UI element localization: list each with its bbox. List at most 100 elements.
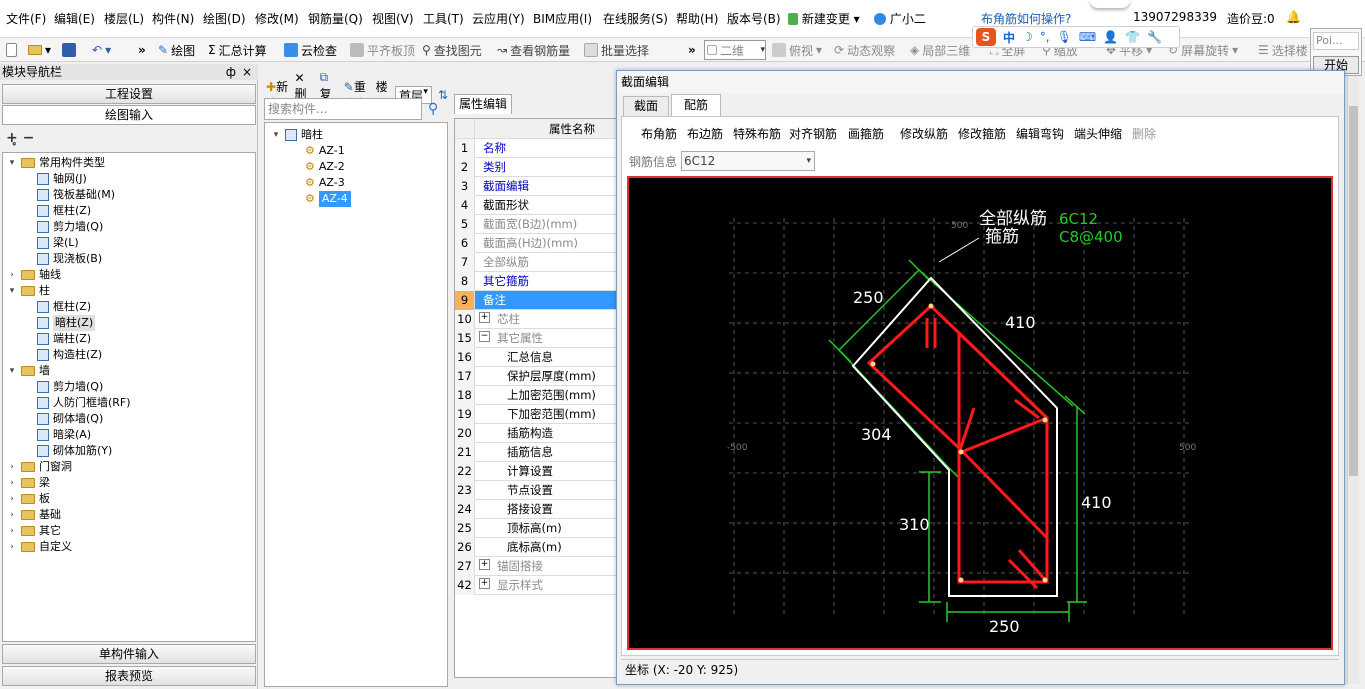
menu-help[interactable]: 帮助(H) — [676, 10, 718, 27]
rebar-tool-button[interactable]: 对齐钢筋 — [789, 125, 837, 142]
menu-edit[interactable]: 编辑(E) — [54, 10, 95, 27]
sogou-logo-icon[interactable]: S — [976, 28, 996, 46]
keyboard-icon[interactable]: ⌨ — [1079, 30, 1096, 44]
nav-tree-item[interactable]: 暗梁(A) — [37, 427, 91, 443]
property-row[interactable]: 16 汇总信息 — [455, 348, 617, 367]
microphone-icon[interactable]: 🎙 — [1057, 30, 1072, 44]
property-row[interactable]: 21 插筋信息 — [455, 443, 617, 462]
nav-tree-item[interactable]: 构造柱(Z) — [37, 347, 102, 363]
save-button[interactable] — [62, 41, 76, 59]
select-floor-button[interactable]: ☰ 选择楼 — [1258, 41, 1308, 59]
rebar-tool-button[interactable]: 端头伸缩 — [1074, 125, 1122, 142]
nav-tree-item[interactable]: › 其它 — [7, 523, 61, 539]
report-preview-button[interactable]: 报表预览 — [2, 666, 256, 686]
tree-root[interactable]: ▾ 暗柱 — [271, 127, 323, 143]
cloud-check-button[interactable]: 云检查 — [284, 41, 337, 59]
dynamic-observe-button[interactable]: ⟳ 动态观察 — [834, 41, 895, 59]
property-row[interactable]: 17 保护层厚度(mm) — [455, 367, 617, 386]
nav-tree-item[interactable]: 端柱(Z) — [37, 331, 91, 347]
chevron-right-icon[interactable]: › — [7, 523, 17, 539]
sort-icon[interactable]: ⇅ — [438, 88, 448, 102]
section-canvas[interactable]: 500 -500 500 全部纵筋 6C12 箍筋 C8@400 250 410… — [627, 176, 1333, 650]
nav-tree-item[interactable]: › 门窗洞 — [7, 459, 72, 475]
rebar-tool-button[interactable]: 修改纵筋 — [900, 125, 948, 142]
nav-tree-item[interactable]: 现浇板(B) — [37, 251, 102, 267]
nav-tree-item[interactable]: ▾ 柱 — [7, 283, 50, 299]
rebar-tool-button[interactable]: 编辑弯钩 — [1016, 125, 1064, 142]
rebar-tool-button[interactable]: 修改箍筋 — [958, 125, 1006, 142]
rebar-tool-button[interactable]: 布角筋 — [641, 125, 677, 142]
batch-select-button[interactable]: 批量选择 — [584, 41, 649, 59]
draw-button[interactable]: ✎ 绘图 — [158, 41, 195, 59]
vertical-scrollbar[interactable] — [1347, 76, 1359, 684]
menu-rebar-qty[interactable]: 钢筋量(Q) — [308, 10, 363, 27]
property-row[interactable]: 2 类别 — [455, 158, 617, 177]
nav-tree-item[interactable]: › 基础 — [7, 507, 61, 523]
expand-icon[interactable]: + — [479, 312, 490, 323]
menu-tools[interactable]: 工具(T) — [423, 10, 464, 27]
bell-icon[interactable]: 🔔 — [1286, 10, 1301, 24]
property-row[interactable]: 19 下加密范围(mm) — [455, 405, 617, 424]
nav-tree-item[interactable]: 剪力墙(Q) — [37, 379, 103, 395]
expand-icon[interactable]: + — [479, 559, 490, 570]
property-row[interactable]: 22 计算设置 — [455, 462, 617, 481]
chevron-right-icon[interactable]: › — [7, 267, 17, 283]
local-3d-button[interactable]: ◈ 局部三维 — [910, 41, 970, 59]
toolbar-overflow-icon[interactable]: » — [138, 41, 146, 59]
nav-tree-item[interactable]: › 自定义 — [7, 539, 72, 555]
rebar-tool-button[interactable]: 画箍筋 — [848, 125, 884, 142]
single-input-button[interactable]: 单构件输入 — [2, 644, 256, 664]
chevron-down-icon[interactable]: ▾ — [7, 283, 17, 299]
property-row[interactable]: 6 截面高(H边)(mm) — [455, 234, 617, 253]
draw-input-button[interactable]: 绘图输入 — [2, 105, 256, 125]
rebar-tool-button[interactable]: 特殊布筋 — [733, 125, 781, 142]
wrench-icon[interactable]: 🔧 — [1147, 30, 1162, 44]
pin-icon[interactable]: ф — [226, 64, 236, 80]
property-row[interactable]: 7 全部纵筋 — [455, 253, 617, 272]
property-row[interactable]: 42 + 显示样式 — [455, 576, 617, 595]
ime-mode[interactable]: 中 — [1003, 29, 1015, 46]
chevron-right-icon[interactable]: › — [7, 539, 17, 555]
punctuation-icon[interactable]: °, — [1040, 30, 1050, 44]
expand-icon[interactable]: + — [479, 578, 490, 589]
collapse-icon[interactable]: − — [479, 331, 490, 342]
top-view-button[interactable]: 俯视 ▾ — [772, 41, 822, 59]
component-item[interactable]: ⚙ AZ-1 — [305, 143, 345, 159]
nav-tree-item[interactable]: 砌体墙(Q) — [37, 411, 103, 427]
menu-view[interactable]: 视图(V) — [372, 10, 414, 27]
property-row[interactable]: 4 截面形状 — [455, 196, 617, 215]
property-row[interactable]: 5 截面宽(B边)(mm) — [455, 215, 617, 234]
view-mode-select[interactable]: 二维 ▾ — [704, 40, 766, 60]
menu-online[interactable]: 在线服务(S) — [603, 10, 668, 27]
tab-property-edit[interactable]: 属性编辑 — [454, 94, 512, 114]
property-row[interactable]: 26 底标高(m) — [455, 538, 617, 557]
property-row[interactable]: 18 上加密范围(mm) — [455, 386, 617, 405]
project-settings-button[interactable]: 工程设置 — [2, 84, 256, 104]
component-item[interactable]: ⚙ AZ-3 — [305, 175, 345, 191]
menu-modify[interactable]: 修改(M) — [255, 10, 299, 27]
nav-tree-item[interactable]: 砌体加筋(Y) — [37, 443, 112, 459]
component-item[interactable]: ⚙ AZ-4 — [305, 191, 351, 207]
search-input[interactable]: 搜索构件... — [264, 98, 422, 120]
find-element-button[interactable]: ⚲ 查找图元 — [422, 41, 482, 59]
chevron-down-icon[interactable]: ▾ — [7, 363, 17, 379]
moon-icon[interactable]: ☽ — [1022, 30, 1033, 44]
chevron-right-icon[interactable]: › — [7, 459, 17, 475]
expand-collapse-icons[interactable]: +̥ − — [6, 130, 34, 146]
menu-floor[interactable]: 楼层(L) — [104, 10, 144, 27]
nav-tree-item[interactable]: ▾ 常用构件类型 — [7, 155, 105, 171]
chevron-right-icon[interactable]: › — [7, 491, 17, 507]
tab-section[interactable]: 截面 — [623, 96, 669, 116]
property-row[interactable]: 8 其它箍筋 — [455, 272, 617, 291]
tab-rebar[interactable]: 配筋 — [671, 94, 721, 116]
property-row[interactable]: 20 插筋构造 — [455, 424, 617, 443]
menu-draw[interactable]: 绘图(D) — [203, 10, 246, 27]
nav-tree-item[interactable]: 筏板基础(M) — [37, 187, 115, 203]
property-row[interactable]: 10 + 芯柱 — [455, 310, 617, 329]
nav-tree-item[interactable]: ▾ 墙 — [7, 363, 50, 379]
flat-slab-top-button[interactable]: 平齐板顶 — [350, 41, 415, 59]
popup-input[interactable]: Poi... — [1313, 32, 1359, 50]
chevron-right-icon[interactable]: › — [7, 507, 17, 523]
menu-bim[interactable]: BIM应用(I) — [533, 10, 592, 27]
property-row[interactable]: 1 名称 — [455, 139, 617, 158]
